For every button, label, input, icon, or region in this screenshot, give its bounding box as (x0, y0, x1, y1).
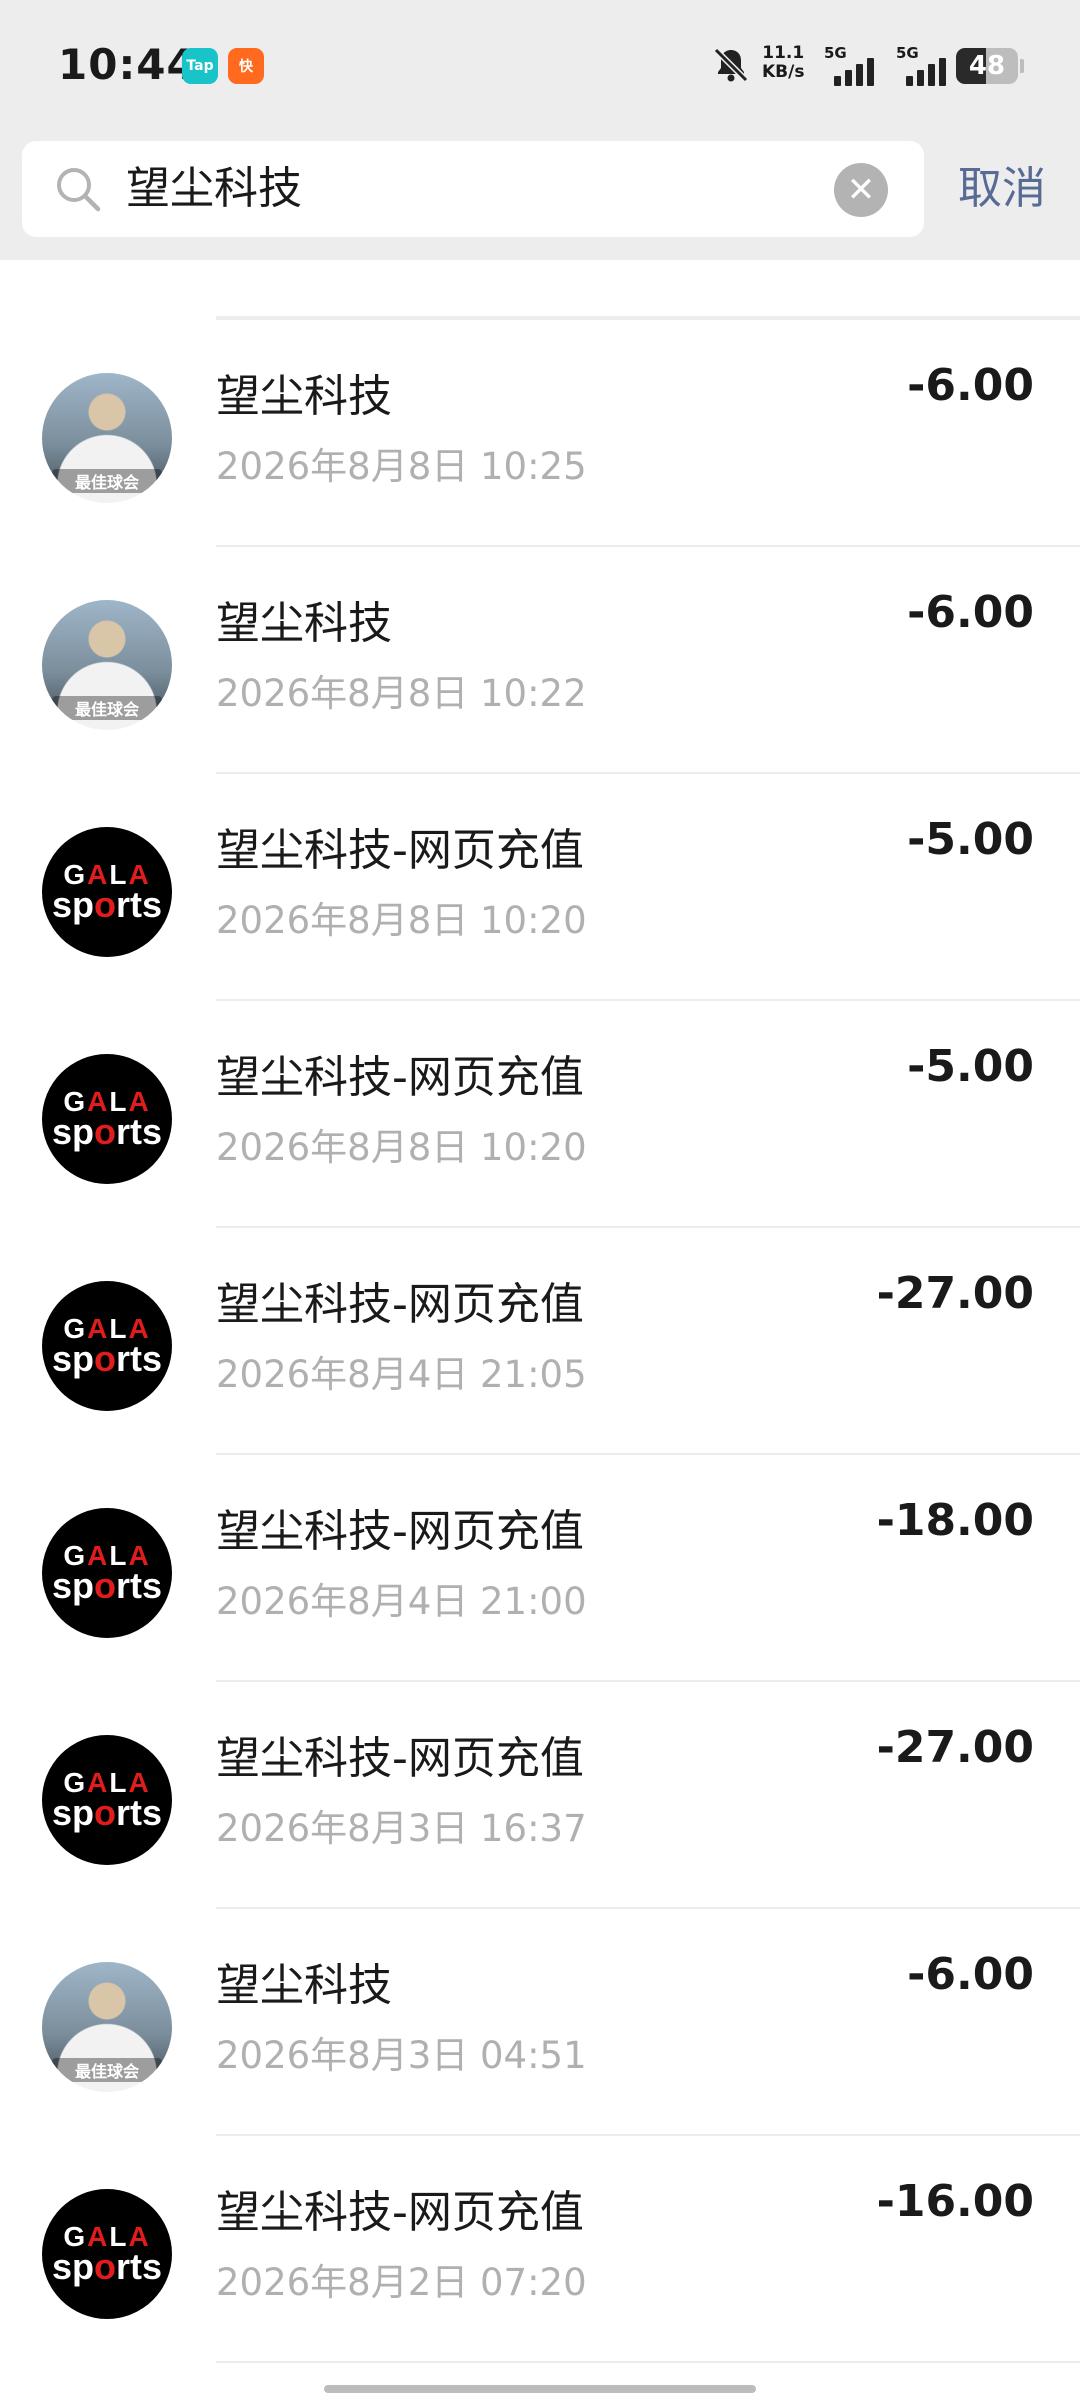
transaction-amount: -27.00 (876, 1268, 1034, 1319)
avatar-caption: 最佳球会 (52, 696, 162, 720)
row-divider (216, 1453, 1080, 1455)
transaction-list[interactable]: 最佳球会 望尘科技 2026年8月8日 10:25 -6.00 最佳球会 望尘科技 2026… (0, 260, 1080, 2400)
status-time: 10:44 (58, 40, 197, 89)
merchant-name: 望尘科技-网页充值 (216, 2187, 584, 2238)
home-indicator[interactable] (324, 2385, 756, 2393)
kuaishou-app-icon: 快 (228, 48, 264, 84)
row-divider (216, 999, 1080, 1001)
signal-1-icon: 5G (822, 44, 884, 88)
merchant-name: 望尘科技-网页充值 (216, 825, 584, 876)
transaction-time: 2026年8月8日 10:25 (216, 445, 587, 488)
transaction-amount: -6.00 (907, 587, 1034, 638)
merchant-name: 望尘科技-网页充值 (216, 1506, 584, 1557)
row-divider (216, 318, 1080, 320)
player-photo-avatar: 最佳球会 (42, 600, 172, 730)
network-speed-unit: KB/s (762, 62, 805, 82)
merchant-name: 望尘科技 (216, 1960, 392, 2011)
row-divider (216, 1226, 1080, 1228)
transaction-row[interactable]: GALA sports 望尘科技-网页充值 2026年8月3日 16:37 -27.00 (0, 1680, 1080, 1906)
signal-2-icon: 5G (894, 44, 956, 88)
search-icon (57, 168, 101, 212)
transaction-time: 2026年8月2日 07:20 (216, 2261, 587, 2304)
gala-logo-bottom: sports (51, 2246, 163, 2287)
avatar-caption: 最佳球会 (52, 2058, 162, 2082)
row-divider (216, 2134, 1080, 2136)
transaction-amount: -5.00 (907, 814, 1034, 865)
gala-sports-avatar: GALA sports (42, 1054, 172, 1184)
transaction-amount: -16.00 (876, 2176, 1034, 2227)
transaction-time: 2026年8月4日 21:00 (216, 1580, 587, 1623)
transaction-time: 2026年8月8日 10:22 (216, 672, 587, 715)
transaction-amount: -27.00 (876, 1722, 1034, 1773)
transaction-time: 2026年8月4日 21:05 (216, 1353, 587, 1396)
top-area: 10:44 Tap 快 11.1 KB/s 5G 5G 48 望尘科技 ✕ 取消 (0, 0, 1080, 260)
gala-logo-bottom: sports (51, 1792, 163, 1833)
bell-muted-icon (713, 47, 749, 83)
transaction-row[interactable]: GALA sports 望尘科技-网页充值 2026年8月4日 21:05 -27.00 (0, 1226, 1080, 1452)
transaction-row[interactable]: GALA sports 望尘科技-网页充值 2026年8月2日 07:20 -16.00 (0, 2134, 1080, 2360)
transaction-amount: -6.00 (907, 360, 1034, 411)
merchant-name: 望尘科技 (216, 371, 392, 422)
transaction-amount: -6.00 (907, 1949, 1034, 2000)
gala-logo-bottom: sports (51, 1338, 163, 1379)
transaction-time: 2026年8月8日 10:20 (216, 1126, 587, 1169)
transaction-amount: -5.00 (907, 1041, 1034, 1092)
transaction-row[interactable]: 最佳球会 望尘科技 2026年8月8日 10:25 -6.00 (0, 318, 1080, 544)
divider (216, 2361, 1080, 2363)
player-photo-avatar: 最佳球会 (42, 1962, 172, 2092)
transaction-time: 2026年8月3日 04:51 (216, 2034, 587, 2077)
gala-logo-bottom: sports (51, 1565, 163, 1606)
player-photo-avatar: 最佳球会 (42, 373, 172, 503)
transaction-row[interactable]: GALA sports 望尘科技-网页充值 2026年8月4日 21:00 -18.00 (0, 1453, 1080, 1679)
search-box[interactable]: 望尘科技 ✕ (22, 141, 924, 237)
transaction-time: 2026年8月8日 10:20 (216, 899, 587, 942)
merchant-name: 望尘科技-网页充值 (216, 1052, 584, 1103)
close-icon: ✕ (846, 170, 876, 210)
gala-sports-avatar: GALA sports (42, 1508, 172, 1638)
gala-sports-avatar: GALA sports (42, 1281, 172, 1411)
merchant-name: 望尘科技-网页充值 (216, 1733, 584, 1784)
status-bar: 10:44 Tap 快 11.1 KB/s 5G 5G 48 (0, 0, 1080, 135)
avatar-caption: 最佳球会 (52, 469, 162, 493)
row-divider (216, 1680, 1080, 1682)
transaction-row[interactable]: GALA sports 望尘科技-网页充值 2026年8月8日 10:20 -5.00 (0, 772, 1080, 998)
transaction-row[interactable]: GALA sports 望尘科技-网页充值 2026年8月8日 10:20 -5.00 (0, 999, 1080, 1225)
gala-sports-avatar: GALA sports (42, 827, 172, 957)
row-divider (216, 1907, 1080, 1909)
clear-search-button[interactable]: ✕ (834, 163, 888, 217)
transaction-row[interactable]: 最佳球会 望尘科技 2026年8月3日 04:51 -6.00 (0, 1907, 1080, 2133)
merchant-name: 望尘科技 (216, 598, 392, 649)
network-speed: 11.1 KB/s (762, 44, 804, 82)
gala-sports-avatar: GALA sports (42, 2189, 172, 2319)
transaction-row[interactable]: 最佳球会 望尘科技 2026年8月8日 10:22 -6.00 (0, 545, 1080, 771)
transaction-time: 2026年8月3日 16:37 (216, 1807, 587, 1850)
gala-sports-avatar: GALA sports (42, 1735, 172, 1865)
tap-app-icon: Tap (182, 48, 218, 84)
gala-logo-bottom: sports (51, 1111, 163, 1152)
battery-icon: 48 (956, 48, 1024, 84)
row-divider (216, 545, 1080, 547)
cancel-button[interactable]: 取消 (958, 141, 1046, 237)
search-input[interactable]: 望尘科技 (126, 141, 302, 237)
row-divider (216, 772, 1080, 774)
merchant-name: 望尘科技-网页充值 (216, 1279, 584, 1330)
gala-logo-bottom: sports (51, 884, 163, 925)
network-speed-value: 11.1 (762, 43, 805, 63)
transaction-amount: -18.00 (876, 1495, 1034, 1546)
